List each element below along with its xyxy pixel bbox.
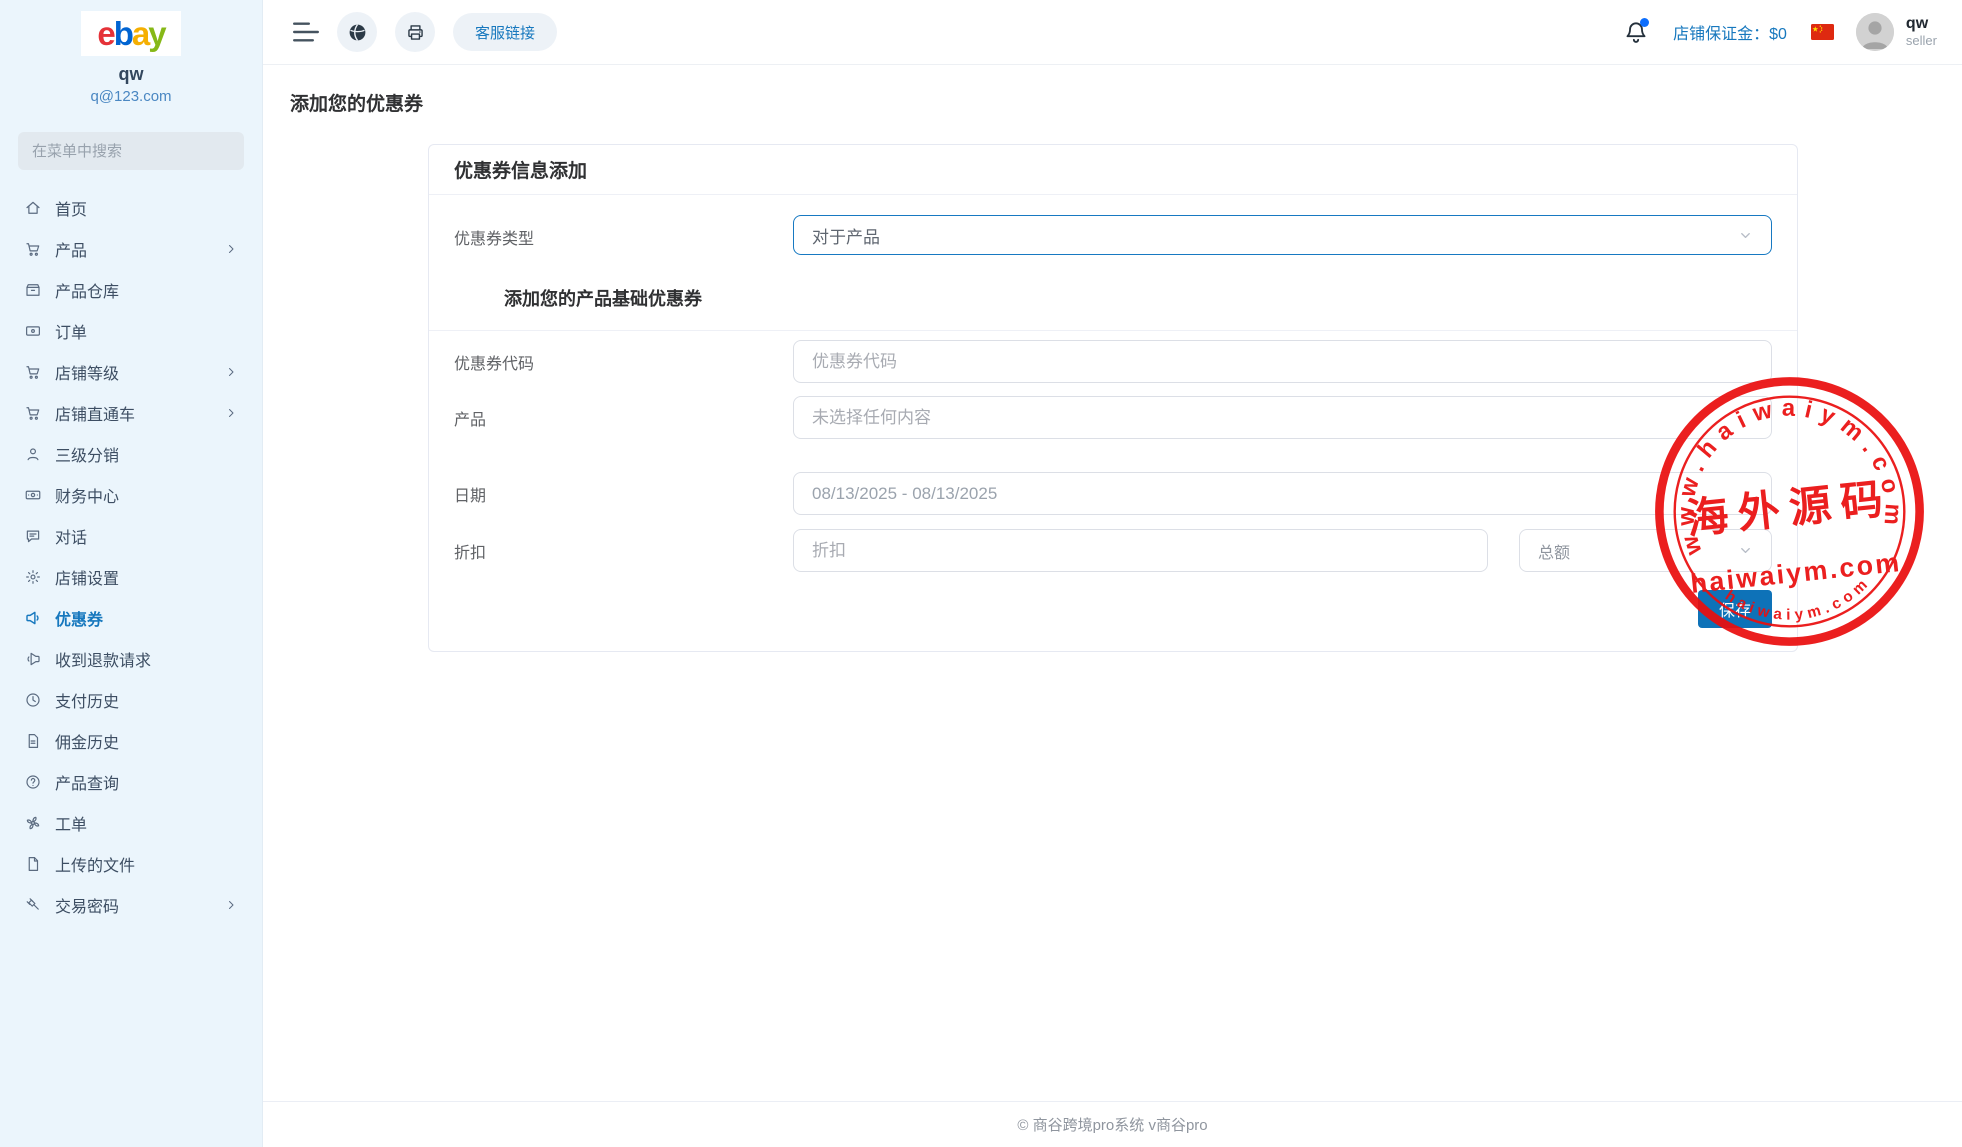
sidebar-item-payment-history[interactable]: 支付历史 (0, 679, 262, 720)
logo-letter: b (114, 15, 132, 53)
cart-icon (24, 404, 42, 422)
clock-icon (24, 691, 42, 709)
divider (429, 330, 1797, 331)
gear-icon (24, 568, 42, 586)
sidebar-username: qw (0, 64, 262, 85)
card-title: 优惠券信息添加 (429, 145, 1797, 195)
product-label: 产品 (454, 396, 793, 430)
cart-icon (24, 363, 42, 381)
coupon-type-label: 优惠券类型 (454, 215, 793, 249)
section-title: 添加您的产品基础优惠券 (504, 285, 1772, 311)
sidebar-item-orders[interactable]: 订单 (0, 310, 262, 351)
discount-label: 折扣 (454, 529, 793, 563)
date-row: 日期 (454, 472, 1772, 515)
ebay-logo: ebay (81, 11, 181, 56)
sidebar-item-distribution[interactable]: 三级分销 (0, 433, 262, 474)
sidebar-item-conversations[interactable]: 对话 (0, 515, 262, 556)
coupon-code-row: 优惠券代码 (454, 340, 1772, 383)
sidebar-item-commission-history[interactable]: 佣金历史 (0, 720, 262, 761)
notifications-button[interactable] (1623, 19, 1649, 45)
shop-deposit-link[interactable]: 店铺保证金：$0 (1673, 20, 1787, 44)
topbar-user-name: qw (1906, 15, 1937, 33)
date-range-input[interactable] (793, 472, 1772, 515)
sidebar-item-transaction-password[interactable]: 交易密码 (0, 884, 262, 925)
sidebar-item-product-inquiry[interactable]: 产品查询 (0, 761, 262, 802)
footer-text: © 商谷跨境pro系统 v商谷pro (1017, 1114, 1207, 1135)
avatar[interactable] (1856, 13, 1894, 51)
sidebar-item-uploaded-files[interactable]: 上传的文件 (0, 843, 262, 884)
sidebar-item-shop-express[interactable]: 店铺直通车 (0, 392, 262, 433)
print-button[interactable] (395, 12, 435, 52)
footer: © 商谷跨境pro系统 v商谷pro (263, 1101, 1962, 1147)
chevron-down-icon (1738, 543, 1753, 558)
file-icon (24, 855, 42, 873)
sidebar-item-shop-level[interactable]: 店铺等级 (0, 351, 262, 392)
page-title: 添加您的优惠券 (290, 89, 423, 116)
discount-input[interactable] (793, 529, 1488, 572)
warehouse-icon (24, 281, 42, 299)
sidebar-item-home[interactable]: 首页 (0, 187, 262, 228)
sidebar-item-finance-center[interactable]: 财务中心 (0, 474, 262, 515)
sidebar: ebay qw q@123.com 首页 产品 产品仓库 订单 店铺等级 (0, 0, 263, 1147)
logo-letter: e (97, 15, 113, 53)
chevron-right-icon (225, 366, 237, 378)
hamburger-menu-icon[interactable] (293, 22, 319, 42)
banknote-icon (24, 486, 42, 504)
content-area: 添加您的优惠券 优惠券信息添加 优惠券类型 对于产品 添加您的产品基础优惠券 (263, 65, 1962, 1101)
discount-type-select[interactable]: 总额 (1519, 529, 1772, 572)
gavel-icon (24, 896, 42, 914)
sidebar-user-email: q@123.com (0, 88, 262, 105)
printer-icon (405, 22, 426, 43)
discount-row: 折扣 总额 (454, 529, 1772, 572)
logo-letter: y (148, 15, 164, 53)
globe-icon (347, 22, 368, 43)
topbar: 客服链接 店铺保证金：$0 qw seller (263, 0, 1962, 65)
home-icon (24, 199, 42, 217)
coupon-type-select[interactable]: 对于产品 (793, 215, 1772, 255)
sidebar-item-refund-requests[interactable]: 收到退款请求 (0, 638, 262, 679)
help-icon (24, 773, 42, 791)
product-input[interactable] (793, 396, 1772, 439)
logo-letter: a (132, 15, 148, 53)
chevron-right-icon (225, 899, 237, 911)
menu-search-input[interactable] (18, 132, 244, 170)
fan-icon (24, 814, 42, 832)
cart-icon (24, 240, 42, 258)
save-button[interactable]: 保存 (1698, 590, 1772, 628)
sidebar-item-product-warehouse[interactable]: 产品仓库 (0, 269, 262, 310)
coupon-code-label: 优惠券代码 (454, 340, 793, 374)
language-globe-button[interactable] (337, 12, 377, 52)
megaphone-icon (24, 609, 42, 627)
order-icon (24, 322, 42, 340)
date-label: 日期 (454, 472, 793, 506)
topbar-user[interactable]: qw seller (1906, 15, 1937, 48)
chevron-right-icon (225, 407, 237, 419)
document-icon (24, 732, 42, 750)
chevron-down-icon (1738, 228, 1753, 243)
user-icon (24, 445, 42, 463)
sidebar-item-work-orders[interactable]: 工单 (0, 802, 262, 843)
china-flag-icon[interactable] (1811, 24, 1834, 40)
chevron-right-icon (225, 243, 237, 255)
coupon-type-row: 优惠券类型 对于产品 (454, 215, 1772, 255)
support-link-button[interactable]: 客服链接 (453, 13, 557, 51)
avatar-silhouette-icon (1856, 13, 1894, 51)
refund-icon (24, 650, 42, 668)
topbar-user-role: seller (1906, 34, 1937, 49)
sidebar-item-coupons[interactable]: 优惠券 (0, 597, 262, 638)
coupon-code-input[interactable] (793, 340, 1772, 383)
sidebar-nav: 首页 产品 产品仓库 订单 店铺等级 店铺直通车 三级分销 (0, 187, 262, 925)
sidebar-item-products[interactable]: 产品 (0, 228, 262, 269)
product-row: 产品 (454, 396, 1772, 439)
sidebar-item-shop-settings[interactable]: 店铺设置 (0, 556, 262, 597)
chat-icon (24, 527, 42, 545)
coupon-form-card: 优惠券信息添加 优惠券类型 对于产品 添加您的产品基础优惠券 优惠券代码 (428, 144, 1798, 652)
